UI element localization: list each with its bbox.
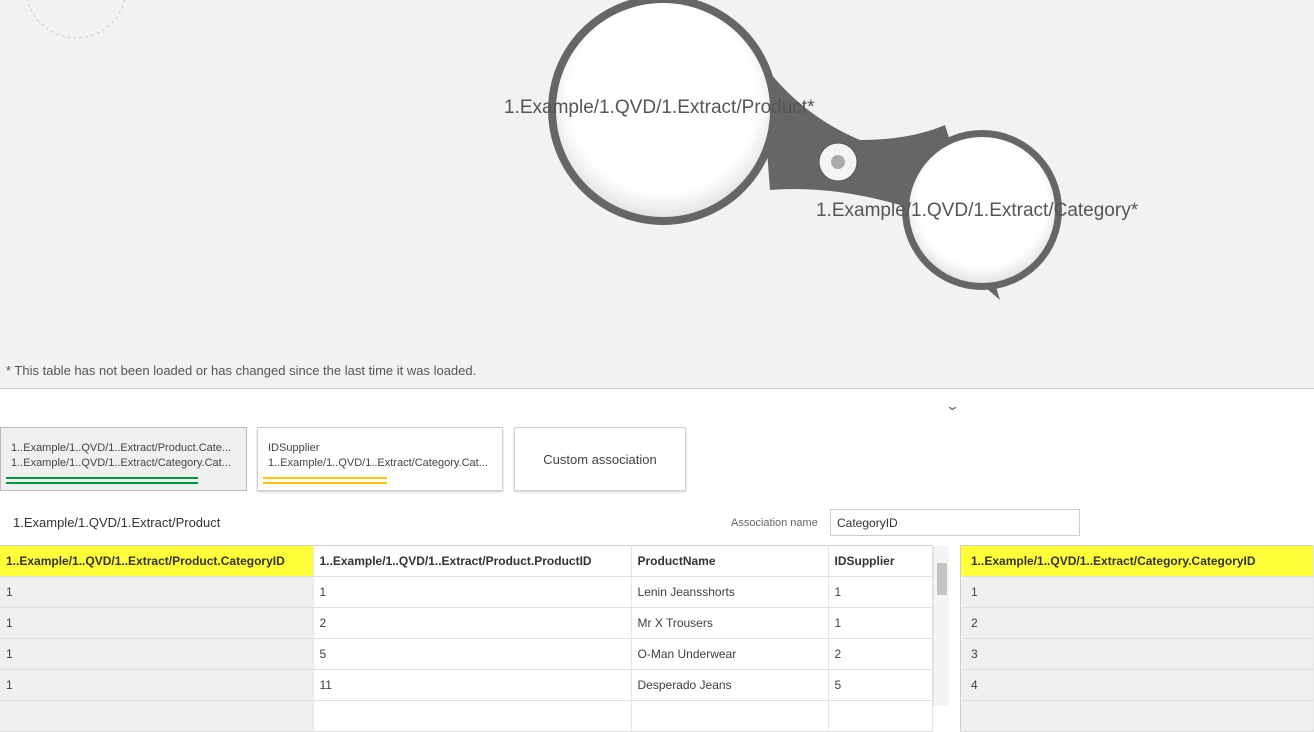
cell[interactable]: 1 (0, 669, 314, 701)
cell[interactable]: 1 (313, 576, 632, 608)
custom-association-button[interactable]: Custom association (514, 427, 686, 491)
cell[interactable]: 3 (960, 638, 1314, 670)
table-row: 1 (960, 576, 1314, 608)
card-line: 1..Example/1..QVD/1..Extract/Category.Ca… (11, 457, 231, 469)
placeholder-circle (26, 0, 126, 39)
yellow-indicator (263, 477, 387, 484)
column-header[interactable]: 1..Example/1..QVD/1..Extract/Category.Ca… (960, 545, 1314, 577)
table-row: 1 5 O-Man Underwear 2 (0, 638, 933, 670)
card-line: IDSupplier (268, 442, 320, 454)
table-row: 3 (960, 638, 1314, 670)
cell[interactable]: 1 (0, 576, 314, 608)
column-header[interactable]: 1..Example/1..QVD/1..Extract/Product.Cat… (0, 545, 314, 577)
unloaded-note: * This table has not been loaded or has … (6, 363, 477, 378)
product-table: 1..Example/1..QVD/1..Extract/Product.Cat… (0, 545, 933, 732)
cell[interactable]: 2 (313, 607, 632, 639)
cell[interactable]: Mr X Trousers (631, 607, 829, 639)
table-label-category: 1.Example/1.QVD/1.Extract/Category* (816, 200, 1139, 221)
table-row: 4 (960, 669, 1314, 701)
cell[interactable]: 5 (828, 669, 933, 701)
card-line: 1..Example/1..QVD/1..Extract/Product.Cat… (11, 442, 232, 454)
association-card-2[interactable]: IDSupplier 1..Example/1..QVD/1..Extract/… (257, 427, 503, 491)
cell[interactable]: 1 (828, 607, 933, 639)
category-table: 1..Example/1..QVD/1..Extract/Category.Ca… (960, 545, 1314, 732)
table-row: 1 11 Desperado Jeans 5 (0, 669, 933, 701)
table-row: 2 (960, 607, 1314, 639)
table-name: 1.Example/1.QVD/1.Extract/Product (13, 515, 221, 530)
cell[interactable]: 4 (960, 669, 1314, 701)
cell[interactable]: Lenin Jeansshorts (631, 576, 829, 608)
card-line: 1..Example/1..QVD/1..Extract/Category.Ca… (268, 457, 488, 469)
table-label-product: 1.Example/1.QVD/1.Extract/Product* (504, 97, 815, 118)
cell[interactable]: 1 (0, 638, 314, 670)
association-card-1[interactable]: 1..Example/1..QVD/1..Extract/Product.Cat… (0, 427, 247, 491)
cell[interactable]: 2 (960, 607, 1314, 639)
cell[interactable]: 11 (313, 669, 632, 701)
cell[interactable]: 1 (0, 607, 314, 639)
cell[interactable]: 5 (313, 638, 632, 670)
cell[interactable]: 1 (960, 576, 1314, 608)
cell[interactable]: 2 (828, 638, 933, 670)
green-indicator (6, 477, 198, 484)
cell[interactable]: 1 (828, 576, 933, 608)
association-diagram[interactable]: 1.Example/1.QVD/1.Extract/Product* 1.Exa… (0, 0, 1314, 389)
association-name-input[interactable]: CategoryID (830, 509, 1080, 536)
chevron-down-icon[interactable]: ⌄ (945, 398, 960, 414)
cell[interactable]: O-Man Underwear (631, 638, 829, 670)
table-row: 1 2 Mr X Trousers 1 (0, 607, 933, 639)
cell[interactable]: Desperado Jeans (631, 669, 829, 701)
table-row: 1 1 Lenin Jeansshorts 1 (0, 576, 933, 608)
scrollbar-thumb[interactable] (937, 563, 947, 595)
column-header[interactable]: 1..Example/1..QVD/1..Extract/Product.Pro… (313, 545, 632, 577)
column-header[interactable]: IDSupplier (828, 545, 933, 577)
custom-association-label: Custom association (543, 452, 657, 467)
association-name-label: Association name (731, 517, 818, 529)
column-header[interactable]: ProductName (631, 545, 829, 577)
scrollbar[interactable] (933, 546, 949, 706)
